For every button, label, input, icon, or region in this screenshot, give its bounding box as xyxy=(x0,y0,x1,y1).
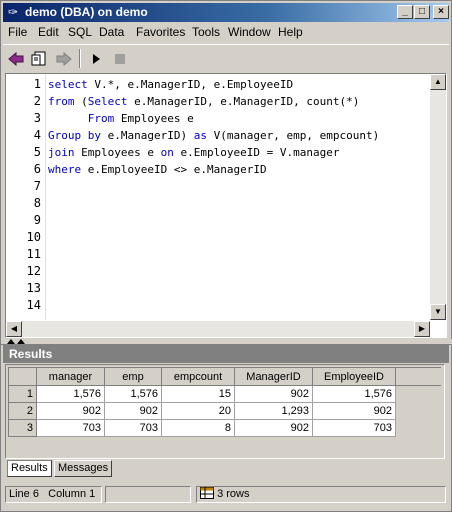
stop-icon[interactable] xyxy=(109,48,131,69)
tab-results[interactable]: Results xyxy=(7,460,52,477)
menu-edit[interactable]: Edit xyxy=(38,25,59,40)
line-number: 10 xyxy=(26,230,41,244)
table-cell[interactable]: 8 xyxy=(161,419,235,437)
scroll-left-icon[interactable]: ◀ xyxy=(6,321,22,337)
editor-vertical-scrollbar[interactable]: ▲ ▼ xyxy=(430,74,446,320)
status-column: Column 1 xyxy=(48,488,96,500)
table-cell[interactable]: 703 xyxy=(104,419,162,437)
execute-icon[interactable] xyxy=(85,48,107,69)
menu-file[interactable]: File xyxy=(8,25,27,40)
results-title: Results xyxy=(9,347,53,361)
menu-tools[interactable]: Tools xyxy=(192,25,220,40)
line-number: 3 xyxy=(33,111,41,125)
table-cell[interactable]: 1,576 xyxy=(104,385,162,403)
table-header-row: manager emp empcount ManagerID EmployeeI… xyxy=(8,367,441,386)
line-number: 7 xyxy=(33,179,41,193)
back-arrow-icon[interactable] xyxy=(5,48,27,69)
maximize-button[interactable]: □ xyxy=(414,5,430,19)
table-row[interactable]: 3 703 703 8 902 703 xyxy=(8,419,441,437)
menu-favorites[interactable]: Favorites xyxy=(136,25,185,40)
menu-data[interactable]: Data xyxy=(99,25,124,40)
line-number: 8 xyxy=(33,196,41,210)
line-number: 13 xyxy=(26,281,41,295)
line-number: 6 xyxy=(33,162,41,176)
title-bar[interactable]: ✑ demo (DBA) on demo _ □ × xyxy=(3,3,449,22)
results-grid[interactable]: manager emp empcount ManagerID EmployeeI… xyxy=(5,364,445,459)
table-row[interactable]: 1 1,576 1,576 15 902 1,576 xyxy=(8,385,441,403)
menu-help[interactable]: Help xyxy=(278,25,303,40)
code-line: from (Select e.ManagerID, e.ManagerID, c… xyxy=(48,95,360,108)
column-header[interactable]: ManagerID xyxy=(234,367,313,386)
line-number: 9 xyxy=(33,213,41,227)
toolbar-separator xyxy=(79,49,81,68)
status-line: Line 6 xyxy=(9,488,39,500)
table-cell[interactable]: 902 xyxy=(312,402,396,420)
results-panel-header: Results xyxy=(3,345,449,363)
scroll-down-icon[interactable]: ▼ xyxy=(430,304,446,320)
code-line: Group by e.ManagerID) as V(manager, emp,… xyxy=(48,129,380,142)
open-icon[interactable] xyxy=(29,48,51,69)
table-cell[interactable]: 902 xyxy=(36,402,105,420)
line-number: 2 xyxy=(33,94,41,108)
line-number-gutter: 1 2 3 4 5 6 7 8 9 10 11 12 13 14 xyxy=(6,74,46,320)
window-title: demo (DBA) on demo xyxy=(25,5,148,19)
row-number: 2 xyxy=(8,402,37,420)
close-button[interactable]: × xyxy=(433,5,449,19)
app-icon: ✑ xyxy=(7,5,19,19)
status-empty-panel xyxy=(105,486,191,503)
application-window: ✑ demo (DBA) on demo _ □ × File Edit SQL… xyxy=(0,0,452,512)
table-cell[interactable]: 1,576 xyxy=(36,385,105,403)
code-line: From Employees e xyxy=(87,112,194,125)
table-cell[interactable]: 15 xyxy=(161,385,235,403)
menu-sql[interactable]: SQL xyxy=(68,25,92,40)
table-cell[interactable]: 1,576 xyxy=(312,385,396,403)
column-header[interactable]: EmployeeID xyxy=(312,367,396,386)
table-cell[interactable]: 20 xyxy=(161,402,235,420)
table-cell[interactable]: 703 xyxy=(36,419,105,437)
grid-icon xyxy=(200,487,214,499)
line-number: 4 xyxy=(33,128,41,142)
column-header-filler xyxy=(395,367,441,386)
line-number: 1 xyxy=(33,77,41,91)
status-row-count: 3 rows xyxy=(217,488,250,500)
toolbar xyxy=(3,44,449,71)
line-number: 14 xyxy=(26,298,41,312)
scroll-right-icon[interactable]: ▶ xyxy=(414,321,430,337)
line-number: 12 xyxy=(26,264,41,278)
line-number: 5 xyxy=(33,145,41,159)
table-cell[interactable]: 902 xyxy=(104,402,162,420)
minimize-button[interactable]: _ xyxy=(397,5,413,19)
column-header[interactable]: emp xyxy=(104,367,162,386)
row-number: 3 xyxy=(8,419,37,437)
table-cell[interactable]: 902 xyxy=(234,419,313,437)
code-line: join Employees e on e.EmployeeID = V.man… xyxy=(48,146,340,159)
column-header[interactable]: empcount xyxy=(161,367,235,386)
forward-arrow-icon[interactable] xyxy=(53,48,75,69)
editor-horizontal-scrollbar[interactable]: ◀ ▶ xyxy=(6,321,430,337)
table-cell[interactable]: 902 xyxy=(234,385,313,403)
code-line: where e.EmployeeID <> e.ManagerID xyxy=(48,163,267,176)
line-number: 11 xyxy=(26,247,41,261)
status-bar: Line 6 Column 1 3 rows xyxy=(3,484,449,504)
scroll-up-icon[interactable]: ▲ xyxy=(430,74,446,90)
tab-messages[interactable]: Messages xyxy=(54,460,113,477)
sql-editor[interactable]: 1 2 3 4 5 6 7 8 9 10 11 12 13 14 select … xyxy=(5,73,447,338)
code-line: select V.*, e.ManagerID, e.EmployeeID xyxy=(48,78,294,91)
results-table: manager emp empcount ManagerID EmployeeI… xyxy=(8,367,441,437)
menu-window[interactable]: Window xyxy=(228,25,271,40)
row-number-header xyxy=(8,367,37,386)
table-cell[interactable]: 703 xyxy=(312,419,396,437)
column-header[interactable]: manager xyxy=(36,367,105,386)
menu-bar: File Edit SQL Data Favorites Tools Windo… xyxy=(3,23,449,42)
status-rows-panel: 3 rows xyxy=(196,486,446,503)
row-number: 1 xyxy=(8,385,37,403)
table-row[interactable]: 2 902 902 20 1,293 902 xyxy=(8,402,441,420)
status-position: Line 6 Column 1 xyxy=(5,486,102,503)
table-cell[interactable]: 1,293 xyxy=(234,402,313,420)
